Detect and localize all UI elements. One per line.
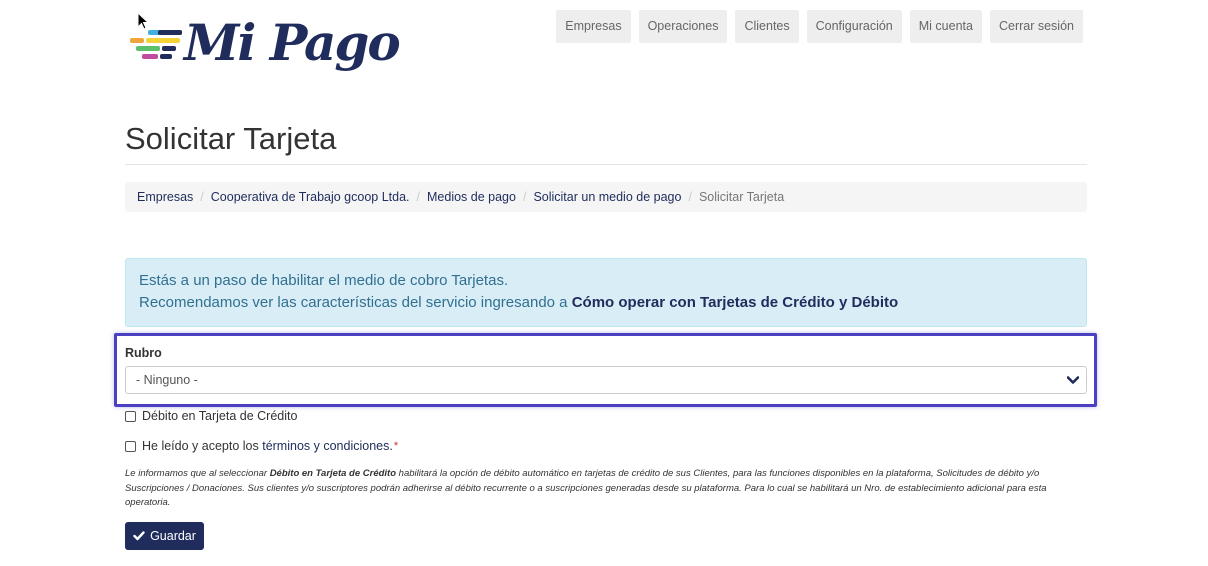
rubro-label: Rubro [125, 346, 162, 360]
terms-checkbox[interactable] [125, 440, 136, 452]
save-button[interactable]: Guardar [125, 522, 204, 550]
note-prefix: Le informamos que al seleccionar [125, 468, 270, 479]
alert-line-2-text: Recomendamos ver las características del… [139, 294, 572, 311]
breadcrumb-cooperativa[interactable]: Cooperativa de Trabajo gcoop Ltda. [211, 190, 410, 204]
rubro-select[interactable]: - Ninguno - [125, 366, 1087, 394]
breadcrumb-current: Solicitar Tarjeta [698, 190, 785, 204]
breadcrumb-medios-de-pago[interactable]: Medios de pago [427, 190, 516, 204]
breadcrumb-empresas[interactable]: Empresas [137, 190, 193, 204]
required-mark: * [393, 440, 399, 452]
nav-clientes[interactable]: Clientes [735, 10, 799, 43]
nav-operaciones[interactable]: Operaciones [638, 10, 728, 43]
rubro-selected-value: - Ninguno - [136, 373, 198, 387]
alert-line-1: Estás a un paso de habilitar el medio de… [139, 272, 509, 289]
top-navigation: Empresas Operaciones Clientes Configurac… [556, 10, 1083, 43]
title-divider [125, 164, 1087, 165]
page-title: Solicitar Tarjeta [125, 121, 337, 156]
alert-line-2: Recomendamos ver las características del… [139, 292, 1073, 314]
breadcrumb-separator: / [200, 190, 204, 204]
breadcrumb-separator: / [416, 190, 420, 204]
note-bold: Débito en Tarjeta de Crédito [269, 468, 397, 479]
breadcrumb-solicitar-medio[interactable]: Solicitar un medio de pago [533, 190, 681, 204]
mipago-logo[interactable]: Mi Pago [128, 13, 401, 72]
breadcrumb-separator: / [522, 190, 527, 204]
debito-label[interactable]: Débito en Tarjeta de Crédito [142, 409, 297, 423]
nav-cerrar-sesion[interactable]: Cerrar sesión [989, 10, 1083, 43]
debito-checkbox[interactable] [125, 410, 136, 422]
nav-mi-cuenta[interactable]: Mi cuenta [909, 10, 982, 43]
check-icon [133, 531, 145, 541]
logo-stripes-icon [128, 17, 186, 65]
breadcrumb-separator: / [688, 190, 692, 204]
breadcrumb: Empresas / Cooperativa de Trabajo gcoop … [125, 182, 1087, 212]
terms-checkbox-row: He leído y acepto los términos y condici… [125, 439, 398, 453]
info-alert: Estás a un paso de habilitar el medio de… [125, 258, 1087, 327]
terms-link[interactable]: términos y condiciones. [262, 439, 393, 453]
nav-empresas[interactable]: Empresas [556, 10, 631, 43]
nav-configuracion[interactable]: Configuración [806, 10, 902, 43]
debito-checkbox-row: Débito en Tarjeta de Crédito [125, 409, 297, 423]
debito-info-note: Le informamos que al seleccionar Débito … [125, 467, 1087, 511]
chevron-down-icon [1067, 376, 1079, 384]
operating-guide-link[interactable]: Cómo operar con Tarjetas de Crédito y Dé… [572, 294, 898, 311]
logo-text: Mi Pago [184, 13, 401, 72]
terms-label[interactable]: He leído y acepto los [142, 439, 262, 453]
save-label: Guardar [150, 529, 196, 543]
